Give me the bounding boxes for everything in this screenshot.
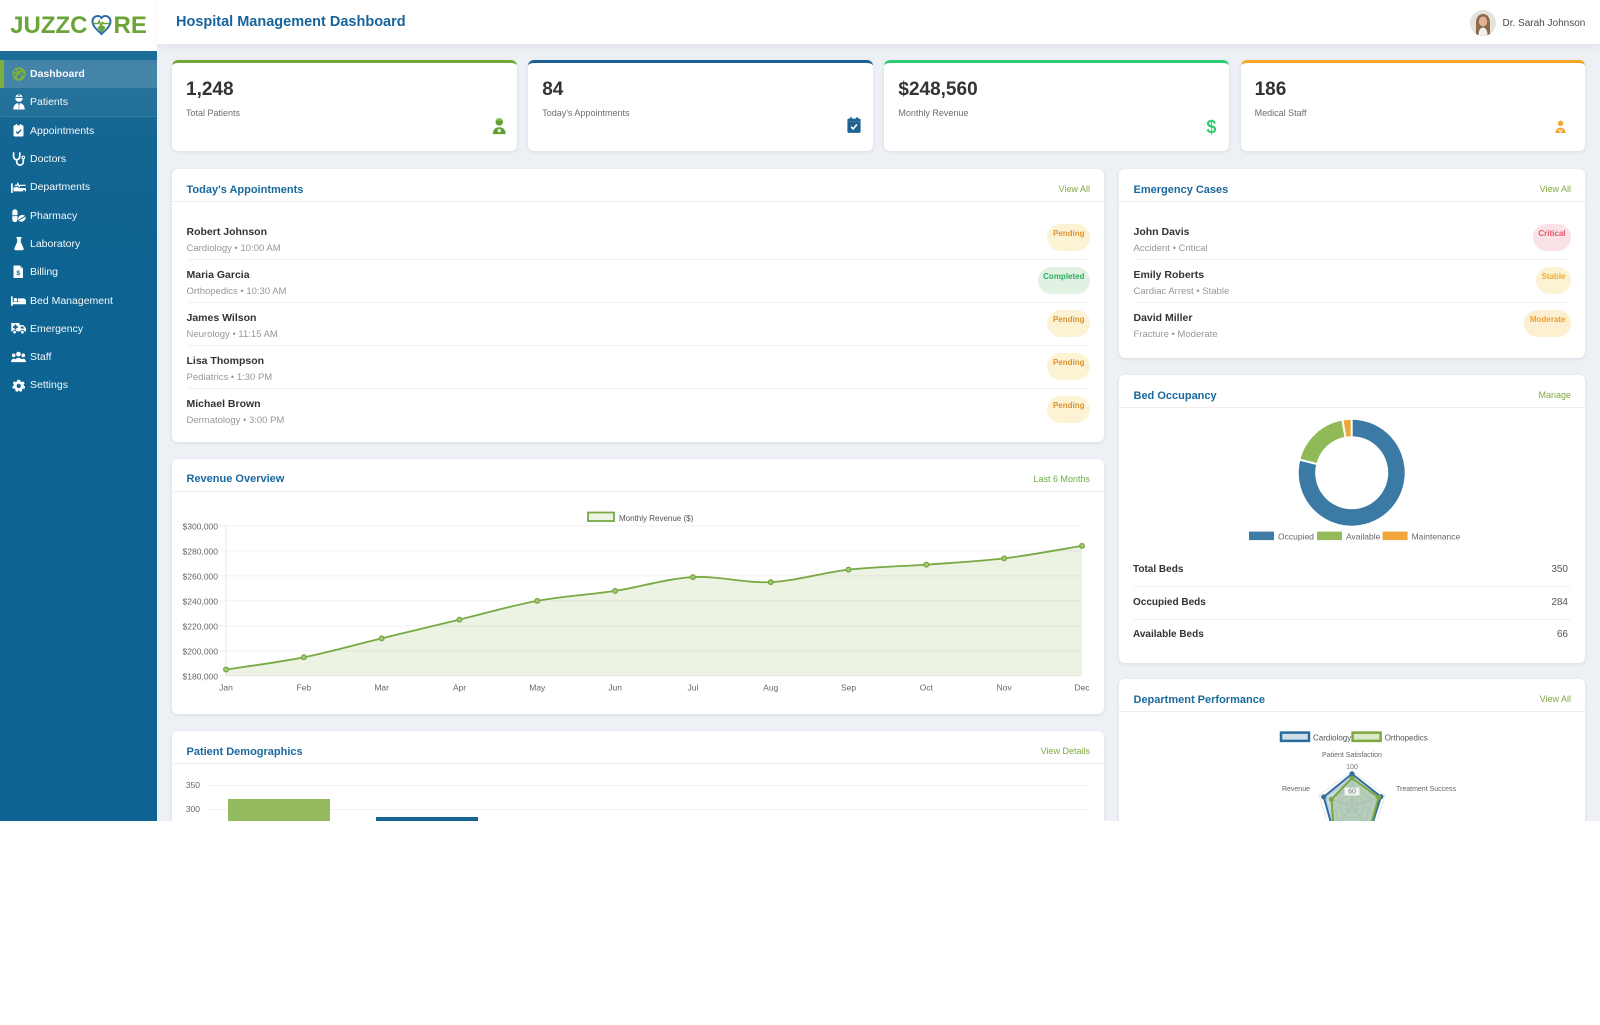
svg-text:Cardiology: Cardiology: [1313, 734, 1351, 743]
svg-text:Aug: Aug: [763, 682, 778, 692]
svg-text:Patient Satisfaction: Patient Satisfaction: [1322, 752, 1382, 759]
svg-text:Apr: Apr: [453, 682, 466, 692]
svg-text:Mar: Mar: [374, 682, 389, 692]
svg-text:Jun: Jun: [608, 682, 622, 692]
svg-text:$260,000: $260,000: [183, 571, 219, 581]
svg-text:Monthly Revenue ($): Monthly Revenue ($): [619, 514, 694, 523]
svg-text:$: $: [17, 271, 21, 278]
svg-text:60: 60: [1348, 789, 1356, 796]
svg-text:$180,000: $180,000: [183, 671, 219, 681]
svg-text:Orthopedics: Orthopedics: [1385, 734, 1428, 743]
svg-text:Revenue: Revenue: [1282, 786, 1310, 793]
svg-text:Jan: Jan: [219, 682, 233, 692]
svg-text:$240,000: $240,000: [183, 596, 219, 606]
svg-text:Oct: Oct: [920, 682, 934, 692]
svg-text:$220,000: $220,000: [183, 621, 219, 631]
svg-text:Treatment Success: Treatment Success: [1396, 786, 1457, 793]
svg-text:Dec: Dec: [1074, 682, 1090, 692]
svg-text:Maintenance: Maintenance: [1412, 531, 1461, 541]
svg-text:100: 100: [1346, 764, 1358, 771]
svg-text:Nov: Nov: [997, 682, 1013, 692]
svg-text:Sep: Sep: [841, 682, 856, 692]
svg-text:$200,000: $200,000: [183, 646, 219, 656]
svg-text:Available: Available: [1346, 531, 1381, 541]
svg-text:$300,000: $300,000: [183, 521, 219, 531]
svg-text:May: May: [529, 682, 546, 692]
svg-text:Occupied: Occupied: [1278, 531, 1314, 541]
svg-text:Feb: Feb: [296, 682, 311, 692]
svg-text:$280,000: $280,000: [183, 546, 219, 556]
svg-text:Jul: Jul: [687, 682, 698, 692]
